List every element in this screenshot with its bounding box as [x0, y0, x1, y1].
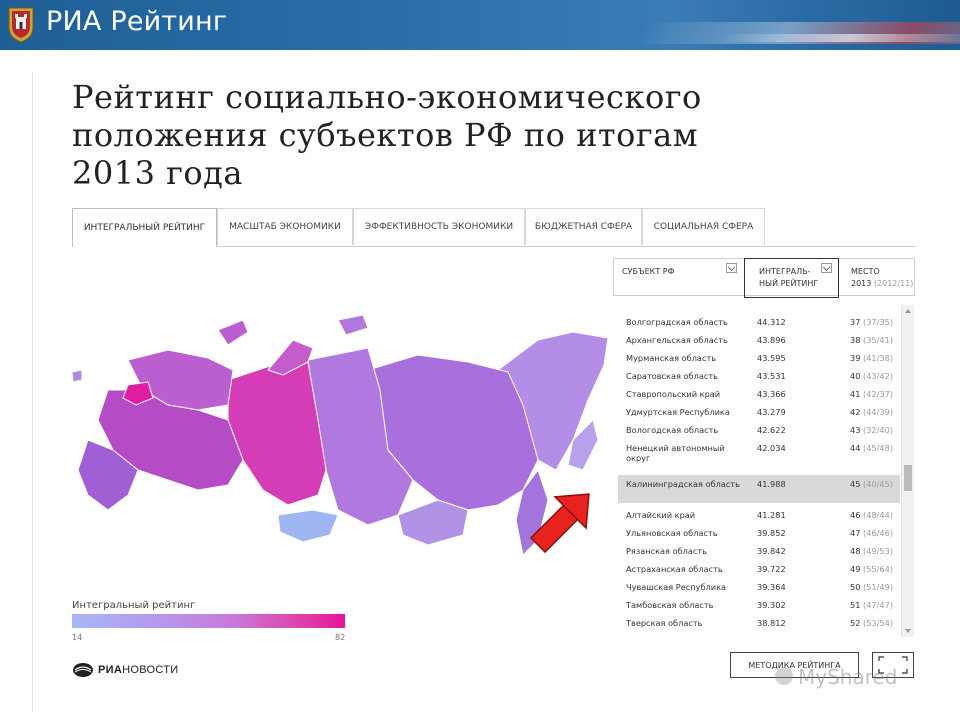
map-region-kaliningrad[interactable]: [71, 369, 83, 383]
logo-text: РИАНОВОСТИ: [98, 664, 179, 676]
legend-min-value: 14: [72, 633, 83, 642]
banner-title: РИА Рейтинг: [46, 6, 228, 37]
legend-title: Интегральный рейтинг: [72, 600, 196, 611]
tab-bar: ИНТЕГРАЛЬНЫЙ РЕЙТИНГ МАСШТАБ ЭКОНОМИКИ Э…: [72, 208, 915, 247]
watermark-text: MyShared: [798, 665, 898, 689]
scroll-up-icon[interactable]: [905, 309, 911, 313]
legend-max-value: 82: [335, 633, 346, 642]
map-region-altai[interactable]: [277, 509, 339, 543]
table-row-highlighted[interactable]: Калининградская область 41.988 45 (40/45…: [618, 475, 900, 503]
table-row[interactable]: Саратовская область 43.531 40 (43/42): [618, 371, 900, 389]
column-place[interactable]: МЕСТО 2013 (2012/11): [839, 259, 915, 295]
page-title: Рейтинг социально-экономического положен…: [72, 78, 702, 192]
table-row[interactable]: Ставропольский край 43.366 41 (42/37): [618, 389, 900, 407]
russia-regions-map[interactable]: [68, 310, 613, 580]
banner-swoosh-highlight: [717, 34, 960, 42]
scrollbar-thumb[interactable]: [904, 465, 912, 491]
column-integral-rating[interactable]: ИНТЕГРАЛЬ- НЫЙ РЕЙТИНГ: [744, 258, 839, 298]
table-row[interactable]: Вологодская область 42.622 43 (32/40): [618, 425, 900, 443]
top-banner: РИА Рейтинг: [0, 0, 960, 50]
table-row[interactable]: Архангельская область 43.896 38 (35/41): [618, 335, 900, 353]
tab-social-sphere[interactable]: СОЦИАЛЬНАЯ СФЕРА: [642, 208, 765, 245]
scroll-down-icon[interactable]: [905, 629, 911, 633]
table-row[interactable]: Тверская область 38.812 52 (53/54): [618, 618, 900, 636]
ria-globe-icon: [73, 663, 93, 677]
table-row[interactable]: Тамбовская область 39.302 51 (47/47): [618, 600, 900, 618]
legend-color-scale: [72, 614, 345, 628]
table-row[interactable]: Рязанская область 39.842 48 (49/53): [618, 546, 900, 564]
map-region-taymyr-islands[interactable]: [337, 314, 369, 336]
tab-economy-scale[interactable]: МАСШТАБ ЭКОНОМИКИ: [217, 208, 353, 245]
tab-economy-efficiency[interactable]: ЭФФЕКТИВНОСТЬ ЭКОНОМИКИ: [353, 208, 525, 245]
tab-integral-rating[interactable]: ИНТЕГРАЛЬНЫЙ РЕЙТИНГ: [72, 208, 217, 247]
map-region-buryatia[interactable]: [397, 499, 469, 546]
table-row[interactable]: Волгоградская область 44.312 37 (37/35): [618, 317, 900, 335]
map-region-novaya-zemlya[interactable]: [217, 319, 249, 346]
ria-novosti-logo: РИАНОВОСТИ: [72, 662, 178, 678]
table-scrollbar[interactable]: [901, 305, 914, 637]
table-row[interactable]: Мурманская область 43.595 39 (41/38): [618, 353, 900, 371]
sort-subject-icon[interactable]: [726, 263, 737, 273]
table-row[interactable]: Чувашская Республика 39.364 50 (51/49): [618, 582, 900, 600]
tab-budget-sphere[interactable]: БЮДЖЕТНАЯ СФЕРА: [525, 208, 642, 245]
map-region-west-siberia[interactable]: [227, 361, 327, 506]
column-subject[interactable]: СУБЪЕКТ РФ: [614, 259, 744, 295]
coat-of-arms-icon: [8, 7, 34, 43]
slide-divider: [32, 72, 33, 712]
table-row[interactable]: Астраханская область 39.722 49 (55/64): [618, 564, 900, 582]
table-header: СУБЪЕКТ РФ ИНТЕГРАЛЬ- НЫЙ РЕЙТИНГ МЕСТО …: [613, 258, 915, 298]
sort-rating-icon[interactable]: [821, 263, 832, 273]
ratings-table-body[interactable]: Волгоградская область 44.312 37 (37/35) …: [618, 305, 900, 637]
watermark-icon: [775, 667, 793, 685]
table-row[interactable]: Ульяновская область 39.852 47 (46/46): [618, 528, 900, 546]
table-row[interactable]: Алтайский край 41.281 46 (48/44): [618, 510, 900, 528]
table-row[interactable]: Ненецкий автономный округ 42.034 44 (45/…: [618, 443, 900, 473]
table-row[interactable]: Удмуртская Республика 43.279 42 (44/39): [618, 407, 900, 425]
